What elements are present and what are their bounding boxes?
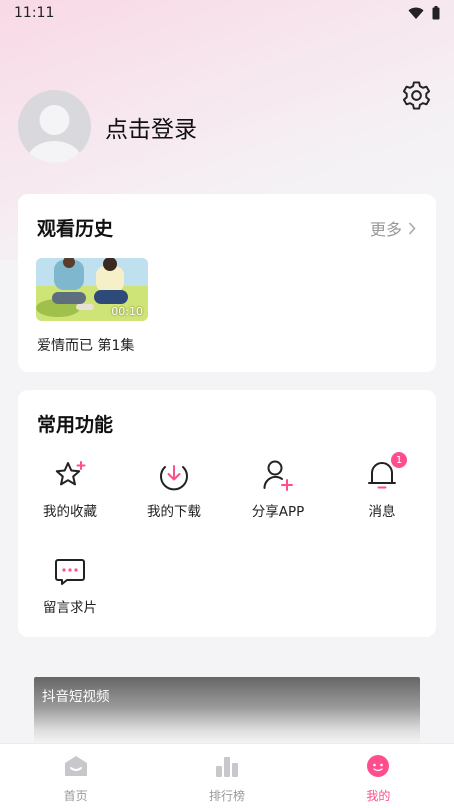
messages-label: 消息 [368, 504, 396, 520]
favorites-button[interactable]: 我的收藏 [18, 458, 122, 520]
share-user-icon [263, 460, 293, 491]
history-item-title[interactable]: 爱情而已 第1集 [37, 335, 134, 355]
login-profile[interactable]: 点击登录 [18, 90, 197, 163]
messages-button[interactable]: 1 消息 [330, 452, 434, 520]
share-app-button[interactable]: 分享APP [226, 458, 330, 520]
request-movie-button[interactable]: 留言求片 [18, 554, 122, 616]
more-label: 更多 [369, 220, 402, 239]
tab-home-label: 首页 [63, 789, 88, 803]
bottom-tab-bar: 首页 排行榜 我的 [0, 743, 454, 808]
status-bar: 11:11 [0, 0, 454, 26]
login-label[interactable]: 点击登录 [105, 110, 197, 144]
avatar[interactable] [18, 90, 91, 163]
message-icon [55, 559, 85, 585]
ad-banner[interactable]: 抖音短视频 [34, 677, 420, 743]
tab-profile-label: 我的 [366, 789, 391, 803]
tab-profile[interactable]: 我的 [303, 744, 454, 808]
history-thumbnail[interactable]: 00:10 [36, 258, 148, 321]
default-avatar-icon [27, 105, 82, 163]
downloads-label: 我的下载 [147, 504, 201, 520]
request-movie-label: 留言求片 [43, 600, 97, 616]
tab-home[interactable]: 首页 [0, 744, 151, 808]
video-duration: 00:10 [111, 305, 143, 318]
favorites-label: 我的收藏 [43, 504, 97, 520]
download-icon [160, 465, 188, 491]
ranking-icon [215, 757, 238, 777]
status-time: 11:11 [14, 5, 55, 21]
chevron-right-icon [408, 221, 416, 235]
star-icon [55, 461, 86, 486]
battery-icon [432, 6, 440, 20]
bell-icon-wrapper: 1 [365, 452, 407, 492]
message-badge: 1 [391, 452, 407, 468]
common-functions-card: 常用功能 我的收藏 我的下载 分享APP 1 消息 留言求片 [18, 390, 436, 637]
tab-ranking[interactable]: 排行榜 [151, 744, 302, 808]
downloads-button[interactable]: 我的下载 [122, 458, 226, 520]
banner-label: 抖音短视频 [42, 689, 110, 705]
watch-history-card: 观看历史 更多 00:10 爱情而已 第1集 [18, 194, 436, 372]
settings-gear-icon[interactable] [401, 80, 432, 111]
profile-smile-icon [367, 755, 390, 777]
history-more-link[interactable]: 更多 [370, 216, 416, 240]
home-icon [64, 756, 87, 776]
history-title: 观看历史 [37, 218, 114, 240]
tab-ranking-label: 排行榜 [208, 789, 245, 803]
share-app-label: 分享APP [251, 504, 305, 520]
functions-title: 常用功能 [37, 414, 114, 436]
wifi-icon [408, 7, 424, 19]
status-icons [408, 6, 440, 20]
